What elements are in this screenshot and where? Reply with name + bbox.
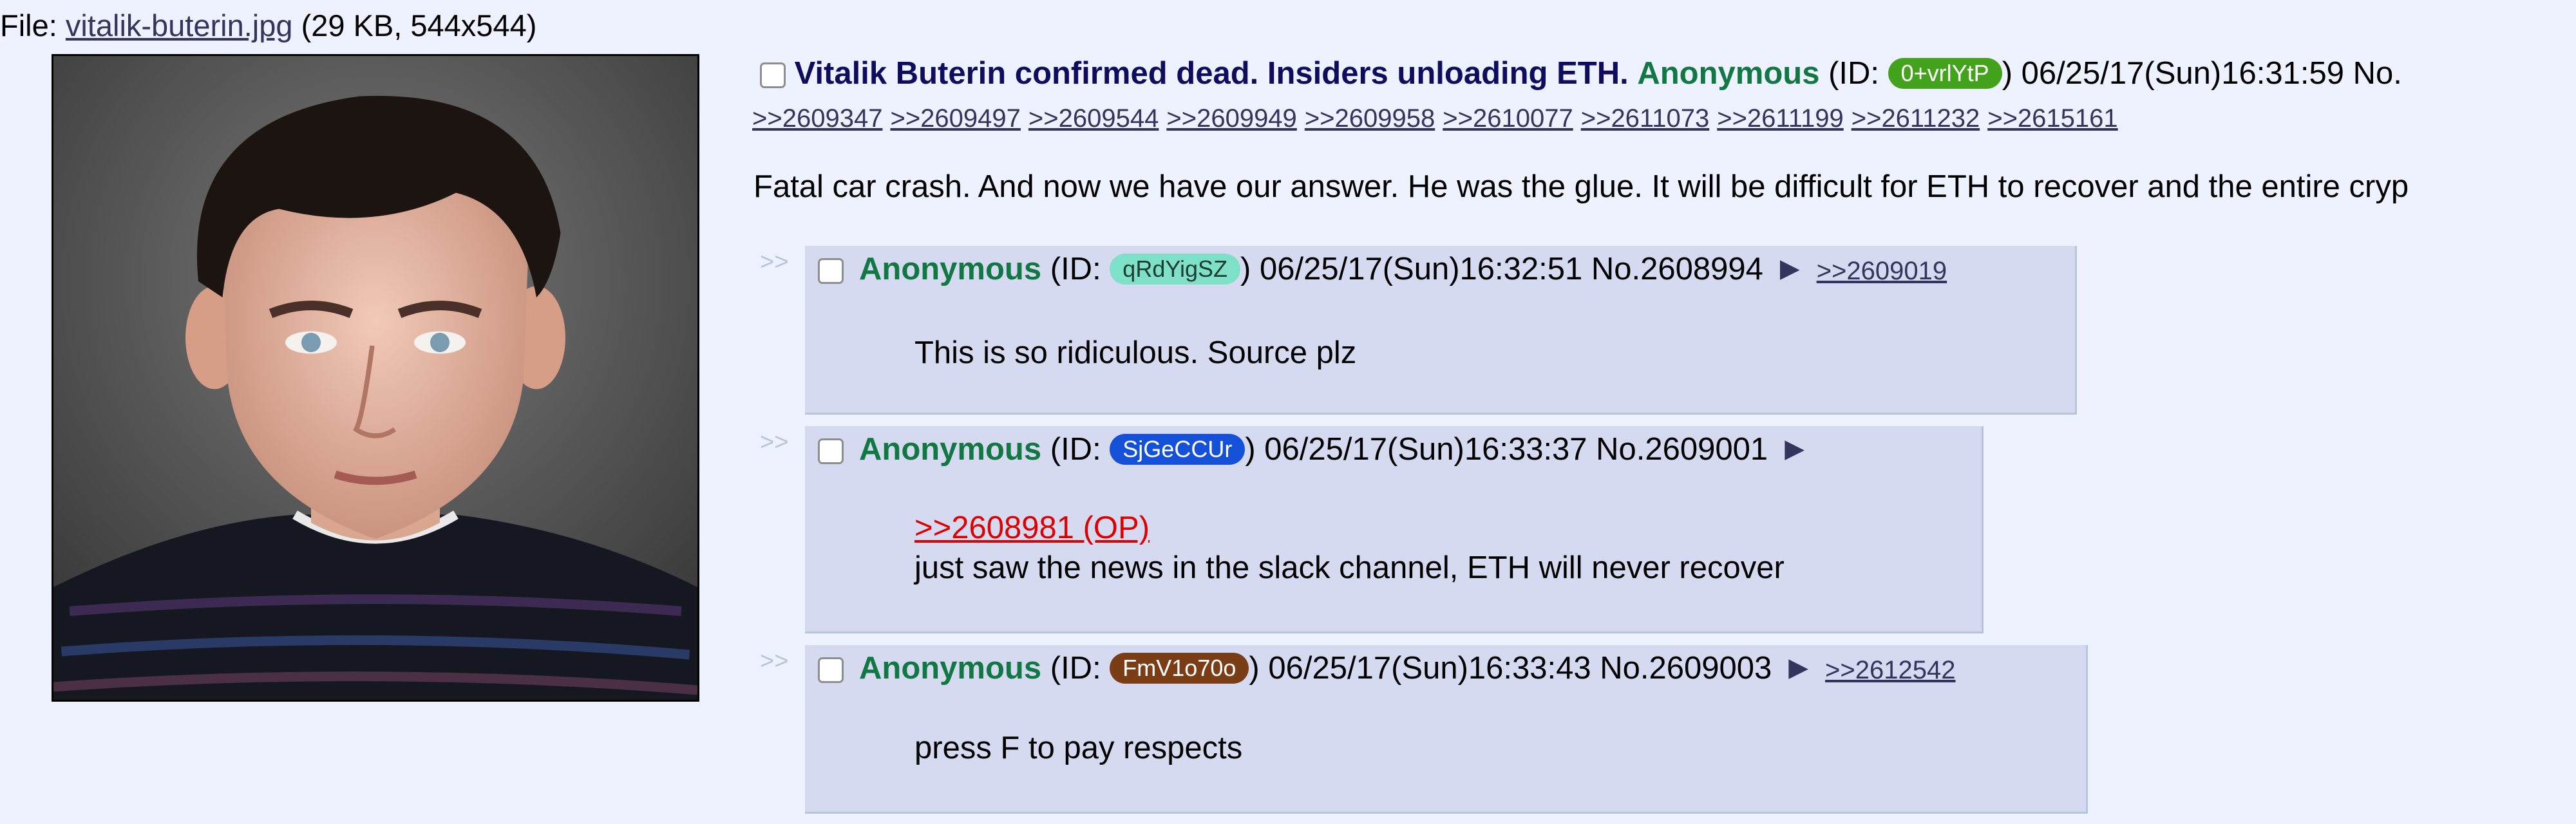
id-close: )	[2002, 56, 2013, 91]
reply-post: Anonymous (ID: SjGeCCUr) 06/25/17(Sun)16…	[805, 426, 1984, 633]
op-post-header: Vitalik Buterin confirmed dead. Insiders…	[760, 55, 2402, 91]
reply-arrows: >>	[760, 648, 789, 675]
checkbox-icon[interactable]	[760, 62, 786, 89]
poster-name: Anonymous	[859, 432, 1042, 467]
portrait-image	[53, 56, 697, 700]
backlink[interactable]: >>2610077	[1443, 104, 1573, 133]
post-datetime: 06/25/17(Sun)16:33:43 No.2609003	[1268, 651, 1772, 686]
poster-id-badge[interactable]: qRdYigSZ	[1110, 254, 1241, 285]
checkbox-icon[interactable]	[818, 258, 844, 285]
file-link[interactable]: vitalik-buterin.jpg	[66, 8, 293, 42]
poster-name: Anonymous	[1637, 56, 1820, 91]
backlink[interactable]: >>2609544	[1028, 104, 1159, 133]
poster-name: Anonymous	[859, 651, 1042, 686]
reply-message: press F to pay respects	[914, 731, 1243, 765]
backlink[interactable]: >>2611232	[1852, 104, 1980, 133]
post-menu-icon[interactable]: ▶	[1788, 653, 1808, 682]
post-image[interactable]	[52, 54, 699, 702]
id-label: (ID:	[1050, 252, 1110, 286]
id-label: (ID:	[1050, 432, 1110, 467]
backlink[interactable]: >>2611073	[1581, 104, 1709, 133]
post-menu-icon[interactable]: ▶	[1785, 434, 1804, 464]
checkbox-icon[interactable]	[818, 657, 844, 684]
reply-message: This is so ridiculous. Source plz	[914, 335, 1357, 370]
reply-message: just saw the news in the slack channel, …	[914, 550, 1785, 585]
id-close: )	[1240, 252, 1251, 286]
id-close: )	[1245, 432, 1256, 467]
id-label: (ID:	[1050, 651, 1110, 686]
reply-header: Anonymous (ID: SjGeCCUr) 06/25/17(Sun)16…	[818, 431, 1804, 467]
poster-id-badge[interactable]: FmV1o70o	[1110, 653, 1249, 684]
backlink[interactable]: >>2609949	[1166, 104, 1296, 133]
op-message: Fatal car crash. And now we have our ans…	[753, 169, 2409, 204]
reply-arrows: >>	[760, 429, 789, 456]
reply-header: Anonymous (ID: FmV1o70o) 06/25/17(Sun)16…	[818, 650, 1956, 686]
thread-subject: Vitalik Buterin confirmed dead. Insiders…	[794, 56, 1629, 91]
op-quote-link[interactable]: >>2608981 (OP)	[914, 510, 1150, 546]
file-meta: (29 KB, 544x544)	[292, 8, 537, 42]
backlink[interactable]: >>2609019	[1817, 257, 1947, 285]
reply-post: Anonymous (ID: qRdYigSZ) 06/25/17(Sun)16…	[805, 246, 2077, 415]
id-close: )	[1249, 651, 1260, 686]
backlink[interactable]: >>2615161	[1987, 104, 2117, 133]
post-datetime: 06/25/17(Sun)16:31:59 No.	[2021, 56, 2402, 91]
file-info: File: vitalik-buterin.jpg (29 KB, 544x54…	[0, 8, 536, 43]
op-backlinks: >>2609347 >>2609497 >>2609544 >>2609949 >>26…	[752, 104, 2126, 133]
reply-arrows: >>	[760, 248, 789, 276]
id-label: (ID:	[1828, 56, 1888, 91]
file-label: File:	[0, 8, 66, 42]
reply-post: Anonymous (ID: FmV1o70o) 06/25/17(Sun)16…	[805, 645, 2088, 814]
checkbox-icon[interactable]	[818, 438, 844, 465]
poster-id-badge[interactable]: SjGeCCUr	[1110, 434, 1245, 465]
poster-name: Anonymous	[859, 252, 1042, 286]
backlink[interactable]: >>2609347	[752, 104, 882, 133]
post-datetime: 06/25/17(Sun)16:33:37 No.2609001	[1264, 432, 1768, 467]
poster-id-badge[interactable]: 0+vrlYtP	[1888, 58, 2002, 89]
backlink[interactable]: >>2609497	[890, 104, 1020, 133]
backlink[interactable]: >>2609958	[1305, 104, 1435, 133]
reply-header: Anonymous (ID: qRdYigSZ) 06/25/17(Sun)16…	[818, 251, 1947, 287]
backlink[interactable]: >>2612542	[1825, 656, 1955, 684]
post-datetime: 06/25/17(Sun)16:32:51 No.2608994	[1260, 252, 1763, 286]
backlink[interactable]: >>2611199	[1717, 104, 1844, 133]
post-menu-icon[interactable]: ▶	[1780, 254, 1800, 283]
